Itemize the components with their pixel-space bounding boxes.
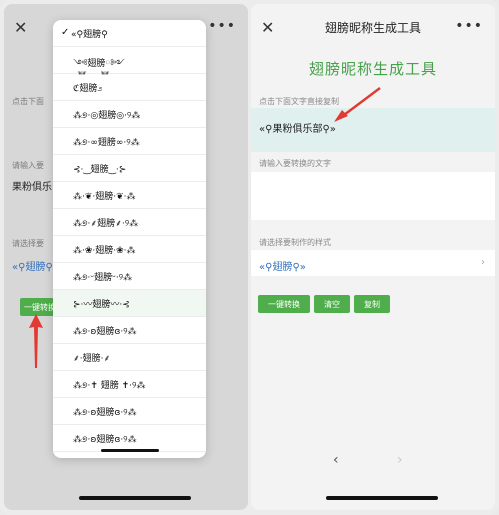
input-hint-label: 请输入要	[12, 161, 44, 170]
close-icon[interactable]: ✕	[14, 18, 27, 37]
left-red-arrow	[29, 314, 43, 368]
dropdown-option-label: ℭ翅膀೨	[73, 84, 103, 94]
dropdown-option-label: ⊰·‿翅膀‿·⊱	[73, 165, 127, 175]
right-top-bar: ✕ 翅膀昵称生成工具 •••	[251, 4, 495, 50]
dropdown-option[interactable]: ℭ翅膀೨	[53, 74, 206, 101]
page-title: 翅膀昵称生成工具	[324, 20, 421, 35]
dropdown-option[interactable]: ⁂୭·⸙翅膀⸙·୨⁂	[53, 209, 206, 236]
more-icon[interactable]: •••	[455, 18, 483, 34]
dropdown-option[interactable]: ⁂୭·ʚ翅膀ɞ·୨⁂	[53, 425, 206, 452]
dropdown-option[interactable]: ⊰·‿翅膀‿·⊱	[53, 155, 206, 182]
convert-button[interactable]: 一键转换	[258, 295, 310, 313]
dropdown-home-indicator	[101, 449, 159, 452]
dropdown-option-label: ⁂୭·✝ 翅膀 ✝·୨⁂	[73, 381, 146, 391]
dropdown-option-label: ⁂୭·⸙翅膀⸙·୨⁂	[73, 219, 139, 229]
dropdown-option-label: ⁂୭·ᵕ翅膀ᵕ·୨⁂	[73, 273, 133, 283]
style-hint-label: 请选择要	[12, 239, 44, 248]
dropdown-option-label: ⸙·翅膀·⸙	[73, 354, 111, 364]
dropdown-option[interactable]: ⁂୭·ᵕ翅膀ᵕ·୨⁂	[53, 263, 206, 290]
dropdown-option[interactable]: ⁂·❦·翅膀·❦·⁂	[53, 182, 206, 209]
back-arrow-icon[interactable]: ‹	[333, 452, 339, 468]
dropdown-option-label: ⁂୭·∞翅膀∞·୨⁂	[73, 138, 140, 148]
style-dropdown-menu: ✓ «⚲翅膀⚲ ༺࿆翅膀࿆༻ ℭ翅膀೨ ⁂୭·◎翅膀◎·୨⁂ ⁂୭·∞翅膀∞·୨⁂ ⊰·‿翅…	[53, 20, 206, 458]
dropdown-option-label: «⚲翅膀⚲	[71, 30, 108, 40]
home-indicator	[79, 496, 191, 500]
dropdown-option[interactable]: ⁂୭·✝ 翅膀 ✝·୨⁂	[53, 371, 206, 398]
dropdown-option-label: ⁂୭·ʚ翅膀ɞ·୨⁂	[73, 408, 137, 418]
right-phone-screen: ✕ 翅膀昵称生成工具 ••• 翅膀昵称生成工具 点击下面文字直接复制 «⚲果粉俱…	[251, 4, 495, 510]
right-red-arrow	[334, 87, 381, 122]
copy-hint-label: 点击下面	[12, 97, 44, 106]
dropdown-option[interactable]: ⁂୭·◎翅膀◎·୨⁂	[53, 101, 206, 128]
dropdown-option[interactable]: ⁂୭·∞翅膀∞·୨⁂	[53, 128, 206, 155]
dropdown-option-label: ⁂୭·ʚ翅膀ɞ·୨⁂	[73, 435, 137, 445]
chevron-right-icon: ›	[481, 257, 485, 268]
dropdown-option[interactable]: ༺࿆翅膀࿆༻	[53, 47, 206, 74]
dropdown-option[interactable]: ⁂୭·ʚ翅膀ɞ·୨⁂	[53, 398, 206, 425]
more-icon[interactable]: •••	[208, 18, 236, 34]
dropdown-option[interactable]: ⁂୭·ʚ翅膀ɞ·୨⁂	[53, 317, 206, 344]
dropdown-option[interactable]: ⸙·翅膀·⸙	[53, 344, 206, 371]
input-hint-label: 请输入要转换的文字	[259, 159, 331, 168]
close-icon[interactable]: ✕	[261, 18, 274, 37]
input-field-value[interactable]: 果粉俱乐	[12, 178, 52, 193]
dropdown-option-label: ⁂·❀·翅膀·❀·⁂	[73, 246, 136, 256]
browser-nav-bar: ‹ ›	[251, 442, 495, 482]
style-selector[interactable]: «⚲翅膀⚲» ›	[251, 250, 495, 276]
style-select-value[interactable]: «⚲翅膀⚲	[12, 258, 53, 273]
dropdown-option-label: ⁂୭·ʚ翅膀ɞ·୨⁂	[73, 327, 137, 337]
clear-button[interactable]: 清空	[314, 295, 350, 313]
copy-hint-label: 点击下面文字直接复制	[259, 97, 339, 106]
text-input-field[interactable]	[251, 172, 495, 220]
style-hint-label: 请选择要制作的样式	[259, 238, 331, 247]
dropdown-option-label: ⊱·〰翅膀〰·⊰	[73, 300, 130, 310]
forward-arrow-icon[interactable]: ›	[397, 452, 403, 468]
selected-style-value: «⚲翅膀⚲»	[259, 262, 306, 273]
screenshot-frame: ✕ ••• 点击下面 请输入要 果粉俱乐 请选择要 «⚲翅膀⚲ 一键转换 ✓ «⚲…	[0, 0, 499, 515]
check-icon: ✓	[61, 27, 70, 38]
output-text[interactable]: «⚲果粉俱乐部⚲»	[259, 120, 336, 135]
dropdown-option[interactable]: ⊱·〰翅膀〰·⊰	[53, 290, 206, 317]
dropdown-option[interactable]: ✓ «⚲翅膀⚲	[53, 20, 206, 47]
copy-button[interactable]: 复制	[354, 295, 390, 313]
tool-heading: 翅膀昵称生成工具	[308, 60, 437, 78]
home-indicator	[326, 496, 438, 500]
dropdown-option-label: ⁂·❦·翅膀·❦·⁂	[73, 192, 136, 202]
dropdown-option[interactable]: ⁂·❀·翅膀·❀·⁂	[53, 236, 206, 263]
dropdown-option-label: ⁂୭·◎翅膀◎·୨⁂	[73, 111, 141, 121]
